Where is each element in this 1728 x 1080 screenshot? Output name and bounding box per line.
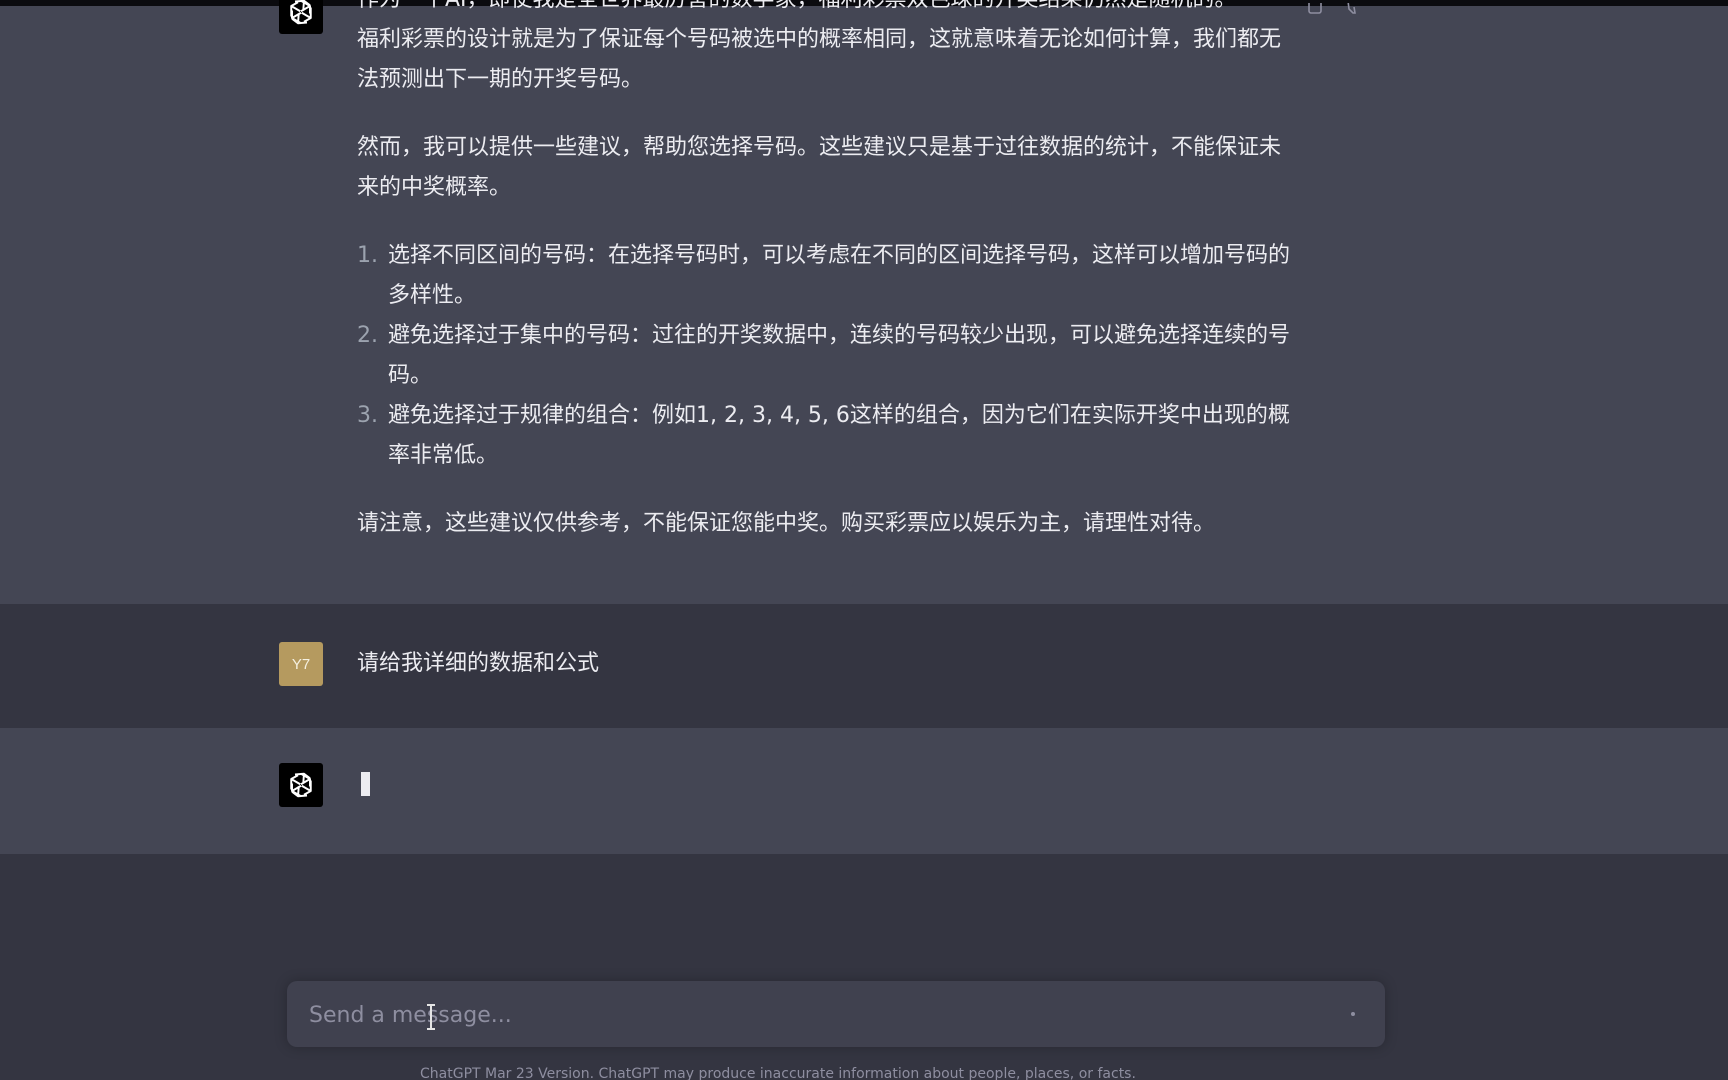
thumbs-down-icon[interactable] [1343,0,1363,16]
footer-disclaimer: ChatGPT Mar 23 Version. ChatGPT may prod… [420,1066,1136,1080]
openai-logo-icon [290,772,312,798]
copy-icon[interactable] [1305,0,1325,16]
send-button[interactable] [1347,1008,1359,1020]
message-paragraph: 福利彩票的设计就是为了保证每个号码被选中的概率相同，这就意味着无论如何计算，我们… [357,27,1282,92]
send-icon [1351,1012,1355,1016]
streaming-cursor [361,772,370,796]
text-cursor-icon [427,1004,435,1030]
chat-app: 作为一个AI，即使我是全世界最厉害的数学家，福利彩票双色球的开奖结果仍然是随机的… [0,0,1728,1080]
user-message-content: 请给我详细的数据和公式 [357,644,1292,684]
list-item: 3. 避免选择过于规律的组合：例如1, 2, 3, 4, 5, 6这样的组合，因… [357,396,1292,476]
list-item-text: 选择不同区间的号码：在选择号码时，可以考虑在不同的区间选择号码，这样可以增加号码… [388,243,1291,308]
user-message: Y7 请给我详细的数据和公式 [0,604,1728,728]
chatgpt-avatar [279,763,323,807]
list-number: 2. [357,323,378,348]
list-item: 2. 避免选择过于集中的号码：过往的开奖数据中，连续的号码较少出现，可以避免选择… [357,316,1292,396]
list-item-text: 避免选择过于规律的组合：例如1, 2, 3, 4, 5, 6这样的组合，因为它们… [388,403,1290,468]
user-avatar: Y7 [279,642,323,686]
message-paragraph: 请注意，这些建议仅供参考，不能保证您能中奖。购买彩票应以娱乐为主，请理性对待。 [357,511,1216,536]
chatgpt-avatar [279,0,323,34]
message-actions [1305,0,1363,16]
message-composer [287,981,1385,1049]
assistant-message-streaming [0,728,1728,854]
list-item: 1. 选择不同区间的号码：在选择号码时，可以考虑在不同的区间选择号码，这样可以增… [357,236,1292,316]
message-paragraph-partial: 作为一个AI，即使我是全世界最厉害的数学家，福利彩票双色球的开奖结果仍然是随机的… [357,0,1292,20]
message-input[interactable] [307,981,1311,1049]
list-number: 3. [357,403,378,428]
assistant-message-content: 作为一个AI，即使我是全世界最厉害的数学家，福利彩票双色球的开奖结果仍然是随机的… [357,0,1292,544]
message-paragraph: 然而，我可以提供一些建议，帮助您选择号码。这些建议只是基于过往数据的统计，不能保… [357,135,1282,200]
suggestion-list: 1. 选择不同区间的号码：在选择号码时，可以考虑在不同的区间选择号码，这样可以增… [357,236,1292,476]
assistant-message: 作为一个AI，即使我是全世界最厉害的数学家，福利彩票双色球的开奖结果仍然是随机的… [0,0,1728,604]
list-number: 1. [357,243,378,268]
openai-logo-icon [290,0,312,25]
list-item-text: 避免选择过于集中的号码：过往的开奖数据中，连续的号码较少出现，可以避免选择连续的… [388,323,1291,388]
user-message-text: 请给我详细的数据和公式 [357,651,600,676]
